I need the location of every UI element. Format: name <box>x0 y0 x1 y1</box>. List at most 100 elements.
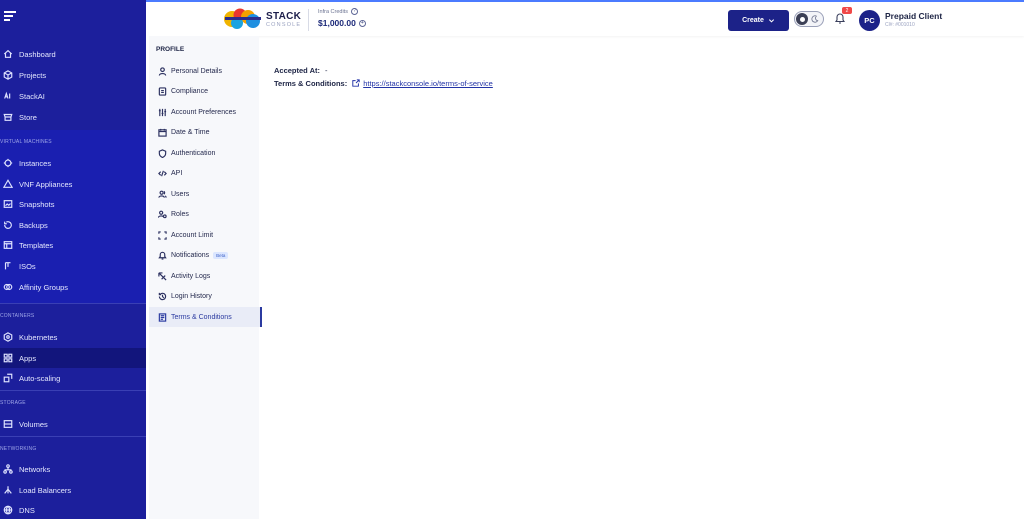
sidebar-item-affinity-groups[interactable]: Affinity Groups <box>0 277 146 297</box>
profile-item-label: API <box>171 169 183 177</box>
limit-icon <box>157 230 167 240</box>
profile-item-label: Personal Details <box>171 67 222 75</box>
profile-menu-title: PROFILE <box>156 46 185 53</box>
apps-icon <box>2 352 14 364</box>
sidebar-item-kubernetes[interactable]: Kubernetes <box>0 327 146 347</box>
sun-icon <box>796 13 808 25</box>
profile-item-label: Terms & Conditions <box>171 313 232 321</box>
sidebar-item-label: VNF Appliances <box>19 179 73 189</box>
sidebar-item-snapshots[interactable]: Snapshots <box>0 194 146 214</box>
sidebar-item-label: Apps <box>19 353 37 363</box>
add-credits-icon[interactable]: + <box>358 19 366 27</box>
sidebar-item-store[interactable]: Store <box>0 107 146 127</box>
autoscaling-icon <box>2 372 14 384</box>
snapshot-icon <box>2 198 14 210</box>
profile-item-label: Activity Logs <box>171 272 211 280</box>
sidebar-item-label: DNS <box>19 505 35 515</box>
sidebar-item-label: Dashboard <box>19 49 56 59</box>
sidebar-divider <box>0 390 146 391</box>
profile-menu: PROFILE Personal Details Compliance Acco… <box>146 36 262 519</box>
sidebar-item-label: Networks <box>19 464 51 474</box>
profile-item-label: Notifications <box>171 251 210 259</box>
profile-item-authentication[interactable]: Authentication <box>149 143 262 163</box>
infra-credits: Infra Credits ? $1,000.00 + <box>318 8 366 28</box>
moon-icon <box>811 15 819 23</box>
terms-link-text: https://stackconsole.io/terms-of-service <box>363 78 493 88</box>
sidebar-item-dashboard[interactable]: Dashboard <box>0 44 146 64</box>
users-icon <box>157 189 167 199</box>
profile-item-login-history[interactable]: Login History <box>149 286 262 306</box>
profile-item-compliance[interactable]: Compliance <box>149 81 262 101</box>
shield-icon <box>157 148 167 158</box>
create-button-label: Create <box>742 17 764 24</box>
credits-label: Infra Credits <box>318 8 348 15</box>
terms-content: Accepted At: - Terms & Conditions: https… <box>274 64 493 90</box>
profile-item-label: Login History <box>171 292 212 300</box>
theme-toggle[interactable] <box>794 11 824 27</box>
help-icon[interactable]: ? <box>350 8 358 15</box>
sidebar-item-label: Store <box>19 112 37 122</box>
avatar[interactable]: PC <box>859 10 880 31</box>
terms-link[interactable]: https://stackconsole.io/terms-of-service <box>352 79 493 88</box>
profile-item-terms-conditions[interactable]: Terms & Conditions <box>149 307 262 327</box>
sidebar-item-label: Load Balancers <box>19 485 72 495</box>
sidebar-item-stackai[interactable]: StackAI <box>0 86 146 106</box>
create-button[interactable]: Create <box>728 10 789 31</box>
notification-badge: 2 <box>842 7 852 14</box>
profile-item-account-limit[interactable]: Account Limit <box>149 225 262 245</box>
accepted-at-value: - <box>324 65 328 75</box>
iso-icon <box>2 260 14 272</box>
roles-icon <box>157 209 167 219</box>
instances-icon <box>2 157 14 169</box>
sliders-icon <box>157 107 167 117</box>
document-icon <box>157 86 167 96</box>
sidebar-divider <box>0 303 146 304</box>
profile-item-notifications[interactable]: Notifications Beta <box>149 245 262 265</box>
ai-icon <box>2 90 14 102</box>
profile-item-users[interactable]: Users <box>149 184 262 204</box>
sidebar-item-projects[interactable]: Projects <box>0 65 146 85</box>
sidebar-item-backups[interactable]: Backups <box>0 215 146 235</box>
terms-icon <box>157 312 167 322</box>
profile-item-account-preferences[interactable]: Account Preferences <box>149 102 262 122</box>
history-icon <box>157 291 167 301</box>
load-balancer-icon <box>2 484 14 496</box>
sidebar-item-auto-scaling[interactable]: Auto-scaling <box>0 368 146 388</box>
external-link-icon <box>352 79 360 87</box>
sidebar-divider <box>0 436 146 437</box>
profile-item-label: Compliance <box>171 87 208 95</box>
profile-item-date-time[interactable]: Date & Time <box>149 122 262 142</box>
sidebar-item-load-balancers[interactable]: Load Balancers <box>0 480 146 500</box>
cube-icon <box>2 69 14 81</box>
volume-icon <box>2 418 14 430</box>
profile-item-label: Users <box>171 190 190 198</box>
sidebar-item-label: StackAI <box>19 91 45 101</box>
user-info[interactable]: Prepaid Client Cl#: #001010 <box>885 11 942 28</box>
sidebar-item-volumes[interactable]: Volumes <box>0 414 146 434</box>
accepted-at-row: Accepted At: - <box>274 64 493 76</box>
sidebar-item-vnf-appliances[interactable]: VNF Appliances <box>0 174 146 194</box>
dns-icon <box>2 504 14 516</box>
profile-item-activity-logs[interactable]: Activity Logs <box>149 266 262 286</box>
sidebar-item-label: Backups <box>19 220 48 230</box>
profile-item-api[interactable]: API <box>149 163 262 183</box>
sidebar-item-networks[interactable]: Networks <box>0 459 146 479</box>
profile-item-roles[interactable]: Roles <box>149 204 262 224</box>
terms-label: Terms & Conditions: <box>274 78 348 88</box>
network-icon <box>2 463 14 475</box>
home-icon <box>2 48 14 60</box>
sidebar-item-label: Volumes <box>19 419 48 429</box>
beta-badge: Beta <box>213 251 229 259</box>
header-divider <box>308 9 309 31</box>
stack-console-logo <box>224 8 261 29</box>
vnf-icon <box>2 178 14 190</box>
sidebar-item-instances[interactable]: Instances <box>0 153 146 173</box>
profile-item-personal-details[interactable]: Personal Details <box>149 61 262 81</box>
sidebar-item-dns[interactable]: DNS <box>0 500 146 519</box>
menu-toggle-icon[interactable] <box>4 11 16 21</box>
profile-item-label: Account Preferences <box>171 108 236 116</box>
sidebar-item-templates[interactable]: Templates <box>0 235 146 255</box>
sidebar-item-apps[interactable]: Apps <box>0 348 146 368</box>
sidebar-item-label: Kubernetes <box>19 332 58 342</box>
sidebar-item-isos[interactable]: ISOs <box>0 256 146 276</box>
